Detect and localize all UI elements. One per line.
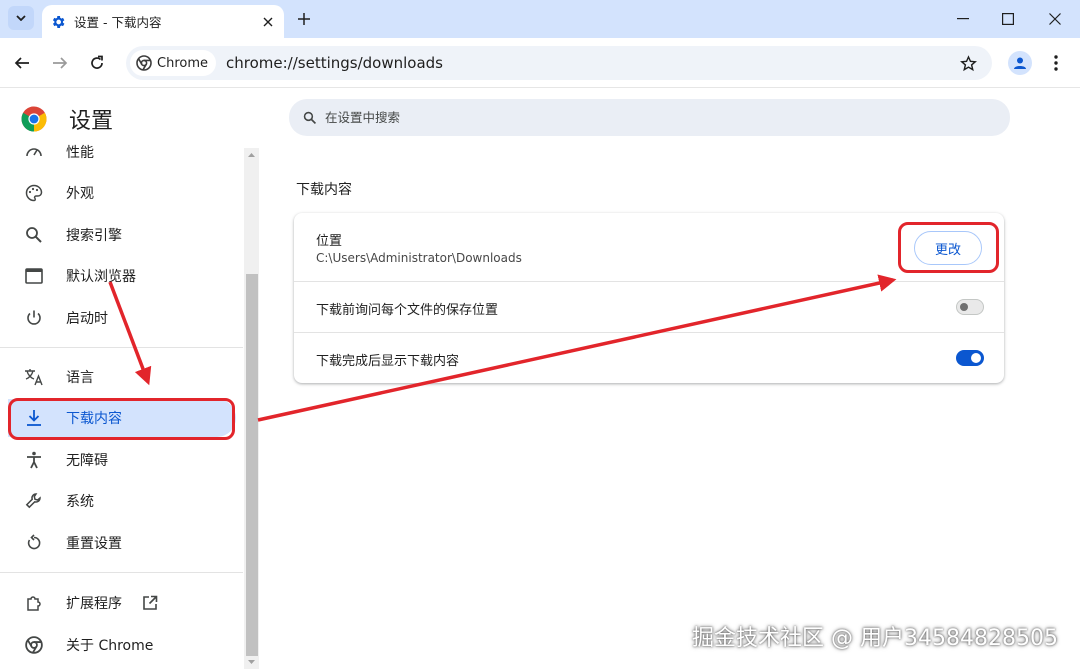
chrome-logo-icon bbox=[21, 106, 47, 132]
palette-icon bbox=[24, 183, 44, 203]
new-tab-button[interactable] bbox=[292, 8, 316, 30]
sidebar-item-label: 启动时 bbox=[66, 311, 108, 327]
chip-label: Chrome bbox=[157, 55, 208, 71]
translate-icon bbox=[24, 367, 44, 387]
minimize-button[interactable] bbox=[943, 6, 983, 32]
browser-toolbar: Chrome chrome://settings/downloads bbox=[0, 38, 1080, 88]
puzzle-icon bbox=[24, 593, 44, 613]
chevron-down-icon bbox=[16, 15, 26, 21]
minimize-icon bbox=[957, 18, 969, 20]
show-downloads-toggle[interactable] bbox=[956, 350, 984, 366]
settings-title: 设置 bbox=[69, 109, 114, 134]
sidebar-item-label: 无障碍 bbox=[66, 453, 108, 469]
reload-icon bbox=[91, 55, 103, 69]
close-tab-icon[interactable] bbox=[258, 12, 278, 32]
sidebar-item-performance[interactable]: 性能 bbox=[8, 140, 236, 171]
scroll-up-icon[interactable] bbox=[244, 150, 259, 160]
reset-icon bbox=[24, 533, 44, 553]
bookmark-star-icon[interactable] bbox=[958, 53, 978, 73]
gear-icon bbox=[52, 15, 65, 28]
sidebar-item-default-browser[interactable]: 默认浏览器 bbox=[8, 257, 236, 295]
ask-location-toggle[interactable] bbox=[956, 299, 984, 315]
sidebar-item-label: 系统 bbox=[66, 494, 94, 510]
sidebar-item-languages[interactable]: 语言 bbox=[8, 358, 236, 396]
sidebar-item-label: 语言 bbox=[66, 370, 94, 386]
show-downloads-row[interactable]: 下载完成后显示下载内容 bbox=[294, 333, 1004, 383]
reload-button[interactable] bbox=[85, 51, 109, 75]
change-button-highlight-box bbox=[898, 222, 999, 273]
maximize-button[interactable] bbox=[988, 6, 1028, 32]
settings-search[interactable] bbox=[289, 99, 1010, 136]
profile-avatar[interactable] bbox=[1008, 51, 1032, 75]
sidebar-item-label: 默认浏览器 bbox=[66, 269, 136, 285]
site-info-chip[interactable]: Chrome bbox=[130, 50, 216, 76]
watermark: 掘金技术社区 @ 用户34584828505 bbox=[692, 626, 1058, 651]
section-title: 下载内容 bbox=[296, 182, 352, 198]
tab-search-button[interactable] bbox=[8, 6, 34, 30]
chrome-icon bbox=[24, 635, 44, 655]
sidebar-item-on-startup[interactable]: 启动时 bbox=[8, 299, 236, 337]
more-vert-icon bbox=[1054, 55, 1058, 71]
sidebar-item-reset[interactable]: 重置设置 bbox=[8, 524, 236, 562]
arrow-right-icon bbox=[53, 57, 68, 69]
accessibility-icon bbox=[24, 450, 44, 470]
ask-location-label: 下载前询问每个文件的保存位置 bbox=[316, 303, 499, 318]
close-window-button[interactable] bbox=[1035, 6, 1075, 32]
ask-location-row[interactable]: 下载前询问每个文件的保存位置 bbox=[294, 282, 1004, 332]
sidebar-item-system[interactable]: 系统 bbox=[8, 482, 236, 520]
wrench-icon bbox=[24, 491, 44, 511]
sidebar-item-label: 重置设置 bbox=[66, 536, 122, 552]
plus-icon bbox=[298, 13, 310, 25]
forward-button[interactable] bbox=[48, 51, 72, 75]
sidebar-item-label: 外观 bbox=[66, 186, 94, 202]
back-button[interactable] bbox=[10, 51, 34, 75]
tab-title: 设置 - 下载内容 bbox=[74, 15, 162, 30]
sidebar-item-label: 扩展程序 bbox=[66, 596, 122, 612]
scrollbar-thumb[interactable] bbox=[246, 274, 258, 656]
close-icon bbox=[1049, 13, 1061, 25]
search-icon bbox=[303, 111, 317, 124]
active-tab[interactable]: 设置 - 下载内容 bbox=[42, 5, 284, 38]
sidebar-divider bbox=[0, 572, 243, 573]
open-in-new-icon bbox=[142, 595, 158, 611]
power-icon bbox=[24, 308, 44, 328]
sidebar-item-search-engine[interactable]: 搜索引擎 bbox=[8, 216, 236, 254]
sidebar-item-appearance[interactable]: 外观 bbox=[8, 174, 236, 212]
search-input[interactable] bbox=[325, 110, 925, 125]
location-path: C:\Users\Administrator\Downloads bbox=[316, 251, 522, 265]
speedometer-icon bbox=[24, 142, 44, 162]
sidebar-item-about[interactable]: 关于 Chrome bbox=[8, 626, 236, 664]
person-icon bbox=[1014, 57, 1026, 69]
url-text[interactable]: chrome://settings/downloads bbox=[226, 54, 443, 72]
sidebar-item-label: 搜索引擎 bbox=[66, 228, 122, 244]
downloads-highlight-box bbox=[8, 398, 235, 440]
location-label: 位置 bbox=[316, 234, 343, 249]
browser-menu-button[interactable] bbox=[1046, 51, 1066, 75]
sidebar-item-label: 关于 Chrome bbox=[66, 638, 154, 654]
chrome-icon bbox=[136, 55, 152, 71]
sidebar-divider bbox=[0, 347, 243, 348]
search-icon bbox=[24, 225, 44, 245]
sidebar-item-accessibility[interactable]: 无障碍 bbox=[8, 441, 236, 479]
maximize-icon bbox=[1002, 13, 1014, 25]
arrow-left-icon bbox=[14, 57, 29, 69]
address-bar[interactable]: Chrome chrome://settings/downloads bbox=[126, 46, 992, 80]
show-downloads-label: 下载完成后显示下载内容 bbox=[316, 354, 460, 369]
scroll-down-icon[interactable] bbox=[244, 657, 259, 667]
tab-strip: 设置 - 下载内容 bbox=[0, 0, 1080, 38]
sidebar-item-extensions[interactable]: 扩展程序 bbox=[8, 584, 236, 622]
browser-window-icon bbox=[24, 266, 44, 286]
sidebar-item-label: 性能 bbox=[66, 145, 94, 161]
